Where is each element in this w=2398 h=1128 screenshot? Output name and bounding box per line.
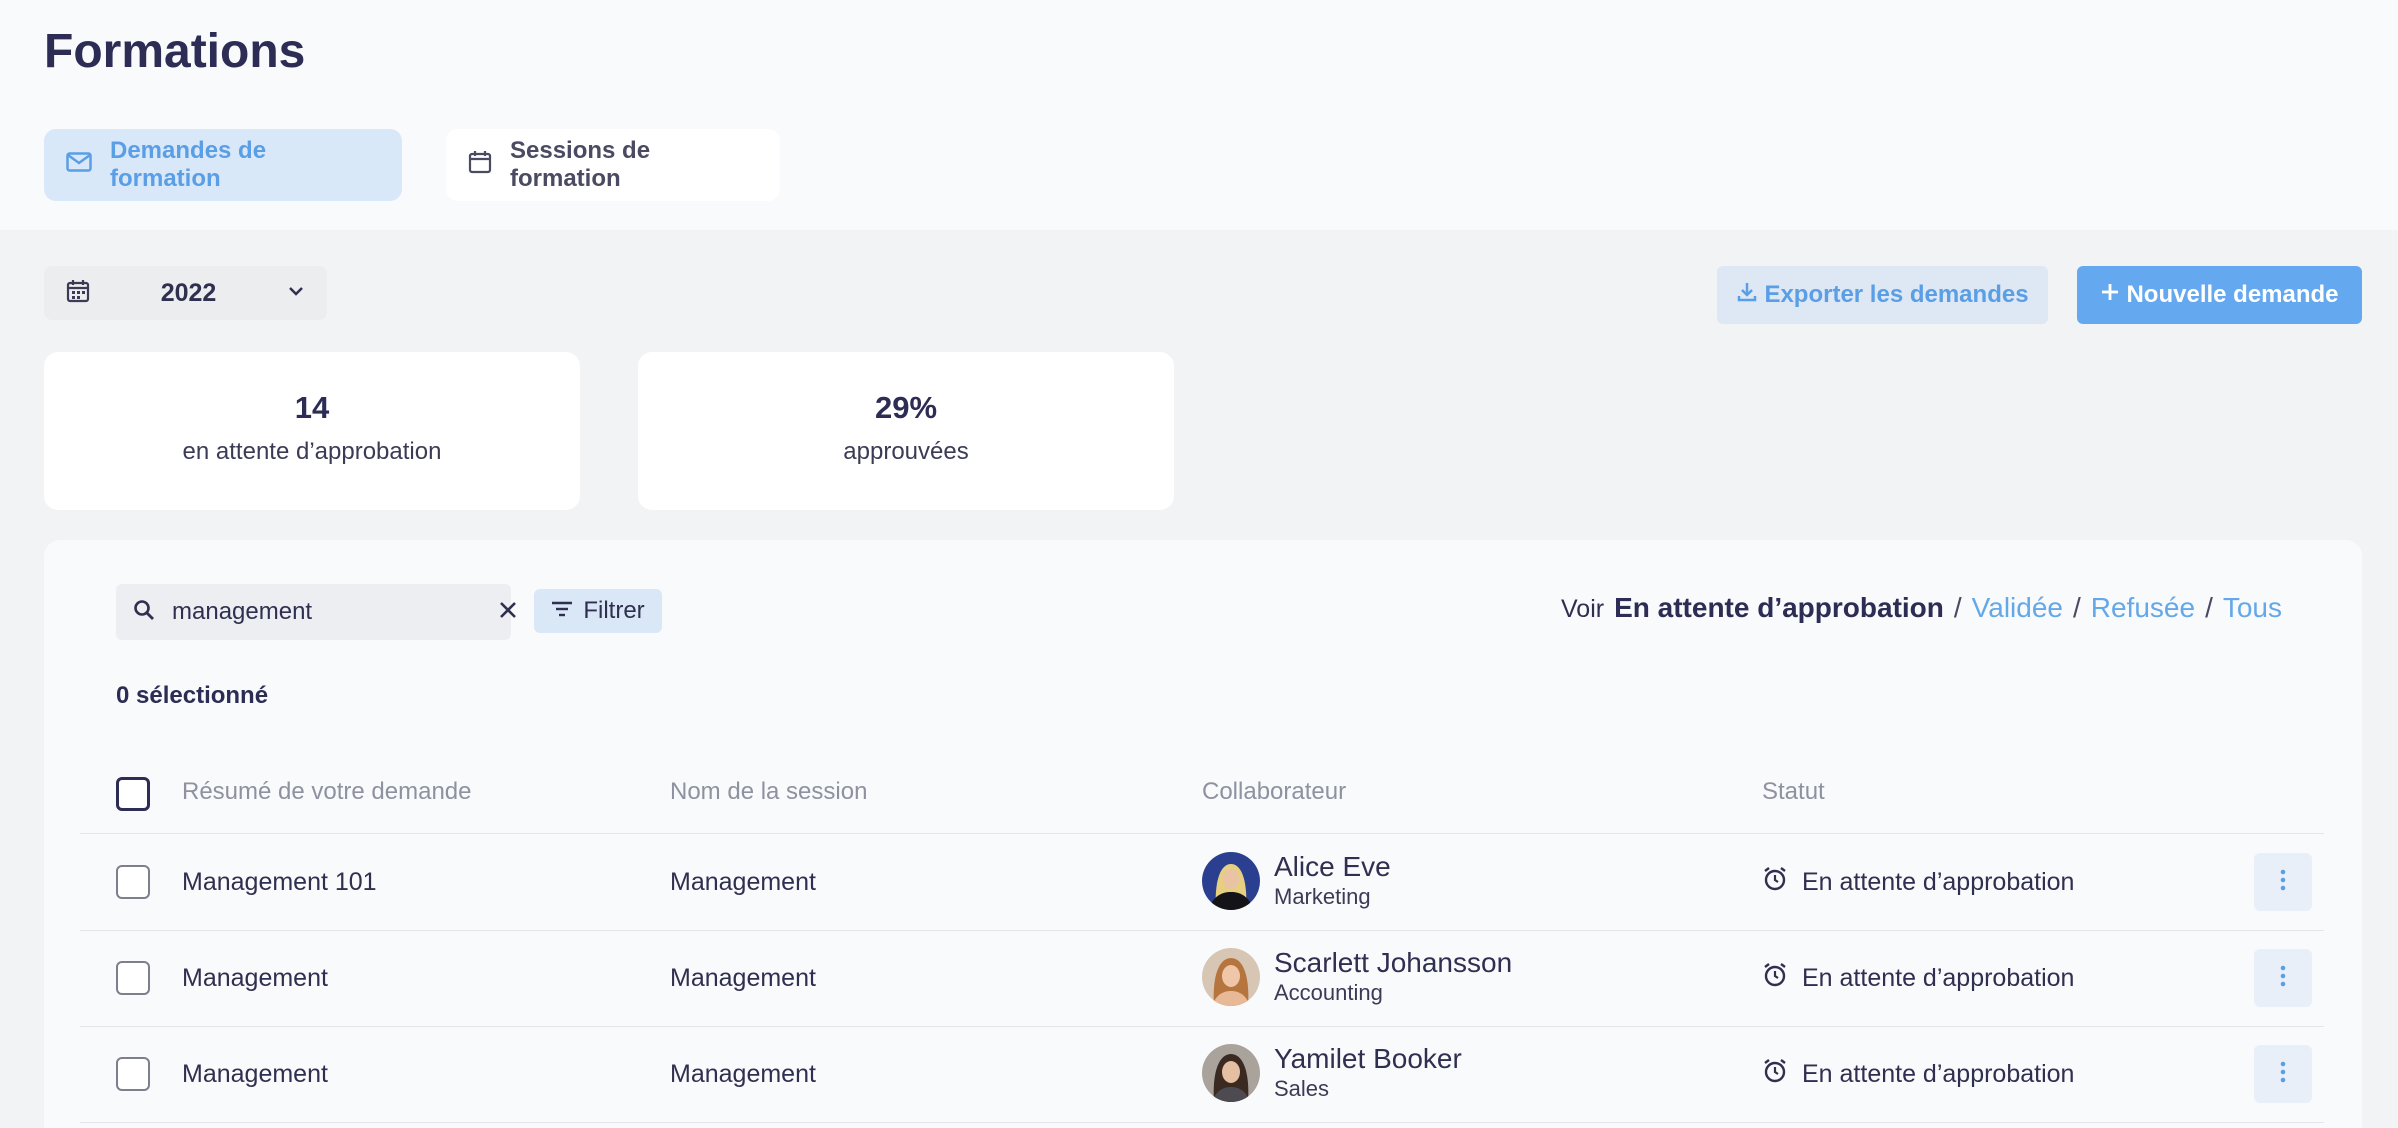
view-separator: / <box>1953 592 1962 623</box>
export-requests-button[interactable]: Exporter les demandes <box>1717 266 2048 324</box>
row-checkbox[interactable] <box>116 865 150 899</box>
view-separator: / <box>2205 592 2213 623</box>
more-vertical-icon <box>2279 869 2287 896</box>
plus-icon <box>2100 281 2120 309</box>
alarm-clock-icon <box>1762 962 1788 995</box>
page-title: Formations <box>44 25 306 78</box>
requests-panel: Filtrer Voir En attente d’approbation / … <box>44 540 2362 1128</box>
avatar <box>1202 852 1260 910</box>
more-vertical-icon <box>2279 1061 2287 1088</box>
stat-label: en attente d’approbation <box>182 438 442 465</box>
status-label: En attente d’approbation <box>1802 964 2075 992</box>
view-option-refused[interactable]: Refusée <box>2091 592 2195 624</box>
session-name: Management <box>670 1060 816 1088</box>
collaborator-name: Scarlett Johansson <box>1274 947 1513 978</box>
column-header-collaborator: Collaborateur <box>1202 778 1347 805</box>
view-separator: / <box>2072 592 2081 623</box>
year-select[interactable]: 2022 <box>44 266 327 320</box>
filter-label: Filtrer <box>583 597 645 624</box>
stat-card-pending: 14 en attente d’approbation <box>44 352 580 510</box>
collaborator: Yamilet Booker Sales <box>1202 1043 1462 1103</box>
selected-count: 0 sélectionné <box>116 682 269 709</box>
collaborator-department: Accounting <box>1274 980 1383 1005</box>
stat-label: approuvées <box>843 438 969 465</box>
request-summary: Management <box>182 964 328 992</box>
row-actions-button[interactable] <box>2254 949 2312 1007</box>
stat-value: 29% <box>874 390 938 425</box>
collaborator-department: Sales <box>1274 1076 1330 1101</box>
avatar <box>1202 1044 1260 1102</box>
filter-icon <box>551 597 573 625</box>
session-name: Management <box>670 868 816 896</box>
alarm-clock-icon <box>1762 1058 1788 1091</box>
calendar-icon <box>468 150 492 181</box>
status: En attente d’approbation <box>1762 962 2074 995</box>
row-checkbox[interactable] <box>116 961 150 995</box>
status-view-switcher: Voir En attente d’approbation / Validée … <box>1561 592 2282 624</box>
alarm-clock-icon <box>1762 866 1788 899</box>
search-box <box>116 584 516 640</box>
chevron-down-icon <box>287 284 305 302</box>
collaborator: Alice Eve Marketing <box>1202 851 1391 911</box>
request-summary: Management <box>182 1060 328 1088</box>
status-label: En attente d’approbation <box>1802 1060 2075 1088</box>
session-name: Management <box>670 964 816 992</box>
row-checkbox[interactable] <box>116 1057 150 1091</box>
calendar-icon <box>66 279 90 308</box>
column-header-status: Statut <box>1762 778 1825 805</box>
row-actions-button[interactable] <box>2254 1045 2312 1103</box>
search-input[interactable] <box>172 598 482 626</box>
column-header-session: Nom de la session <box>670 778 868 805</box>
view-label: Voir <box>1561 595 1605 623</box>
status: En attente d’approbation <box>1762 1058 2074 1091</box>
export-label: Exporter les demandes <box>1764 281 2029 308</box>
more-vertical-icon <box>2279 965 2287 992</box>
collaborator-department: Marketing <box>1274 884 1371 909</box>
download-icon <box>1736 281 1758 310</box>
view-option-all[interactable]: Tous <box>2223 592 2282 624</box>
view-option-pending[interactable]: En attente d’approbation <box>1614 592 1944 624</box>
collaborator-name: Alice Eve <box>1274 851 1391 882</box>
new-request-label: Nouvelle demande <box>2126 281 2339 308</box>
tab-sessions-de-formation[interactable]: Sessions de formation <box>446 129 780 201</box>
filter-button[interactable]: Filtrer <box>534 589 662 633</box>
table-row: Management Management Scarlett Johansson… <box>80 931 2324 1027</box>
new-request-button[interactable]: Nouvelle demande <box>2077 266 2362 324</box>
table-row: Management 101 Management Alice Eve Mark… <box>80 835 2324 931</box>
column-header-summary: Résumé de votre demande <box>182 778 472 805</box>
select-all-checkbox[interactable] <box>116 777 150 811</box>
tab-label: Sessions de formation <box>510 137 651 192</box>
stat-card-approved: 29% approuvées <box>638 352 1174 510</box>
tab-label: Demandes de formation <box>110 137 267 192</box>
mail-icon <box>66 151 92 179</box>
collaborator: Scarlett Johansson Accounting <box>1202 947 1512 1007</box>
tab-demandes-de-formation[interactable]: Demandes de formation <box>44 129 402 201</box>
status-label: En attente d’approbation <box>1802 868 2075 896</box>
search-icon <box>132 598 156 627</box>
row-actions-button[interactable] <box>2254 853 2312 911</box>
stat-value: 14 <box>294 390 330 425</box>
collaborator-name: Yamilet Booker <box>1274 1043 1462 1074</box>
status: En attente d’approbation <box>1762 866 2074 899</box>
avatar <box>1202 948 1260 1006</box>
selected-year: 2022 <box>160 278 217 307</box>
request-summary: Management 101 <box>182 868 377 896</box>
table-row: Management Management Yamilet Booker Sal… <box>80 1027 2324 1123</box>
header: Formations Demandes de formation Session… <box>0 0 2398 230</box>
close-icon[interactable] <box>498 600 518 625</box>
view-option-validated[interactable]: Validée <box>1972 592 2063 624</box>
